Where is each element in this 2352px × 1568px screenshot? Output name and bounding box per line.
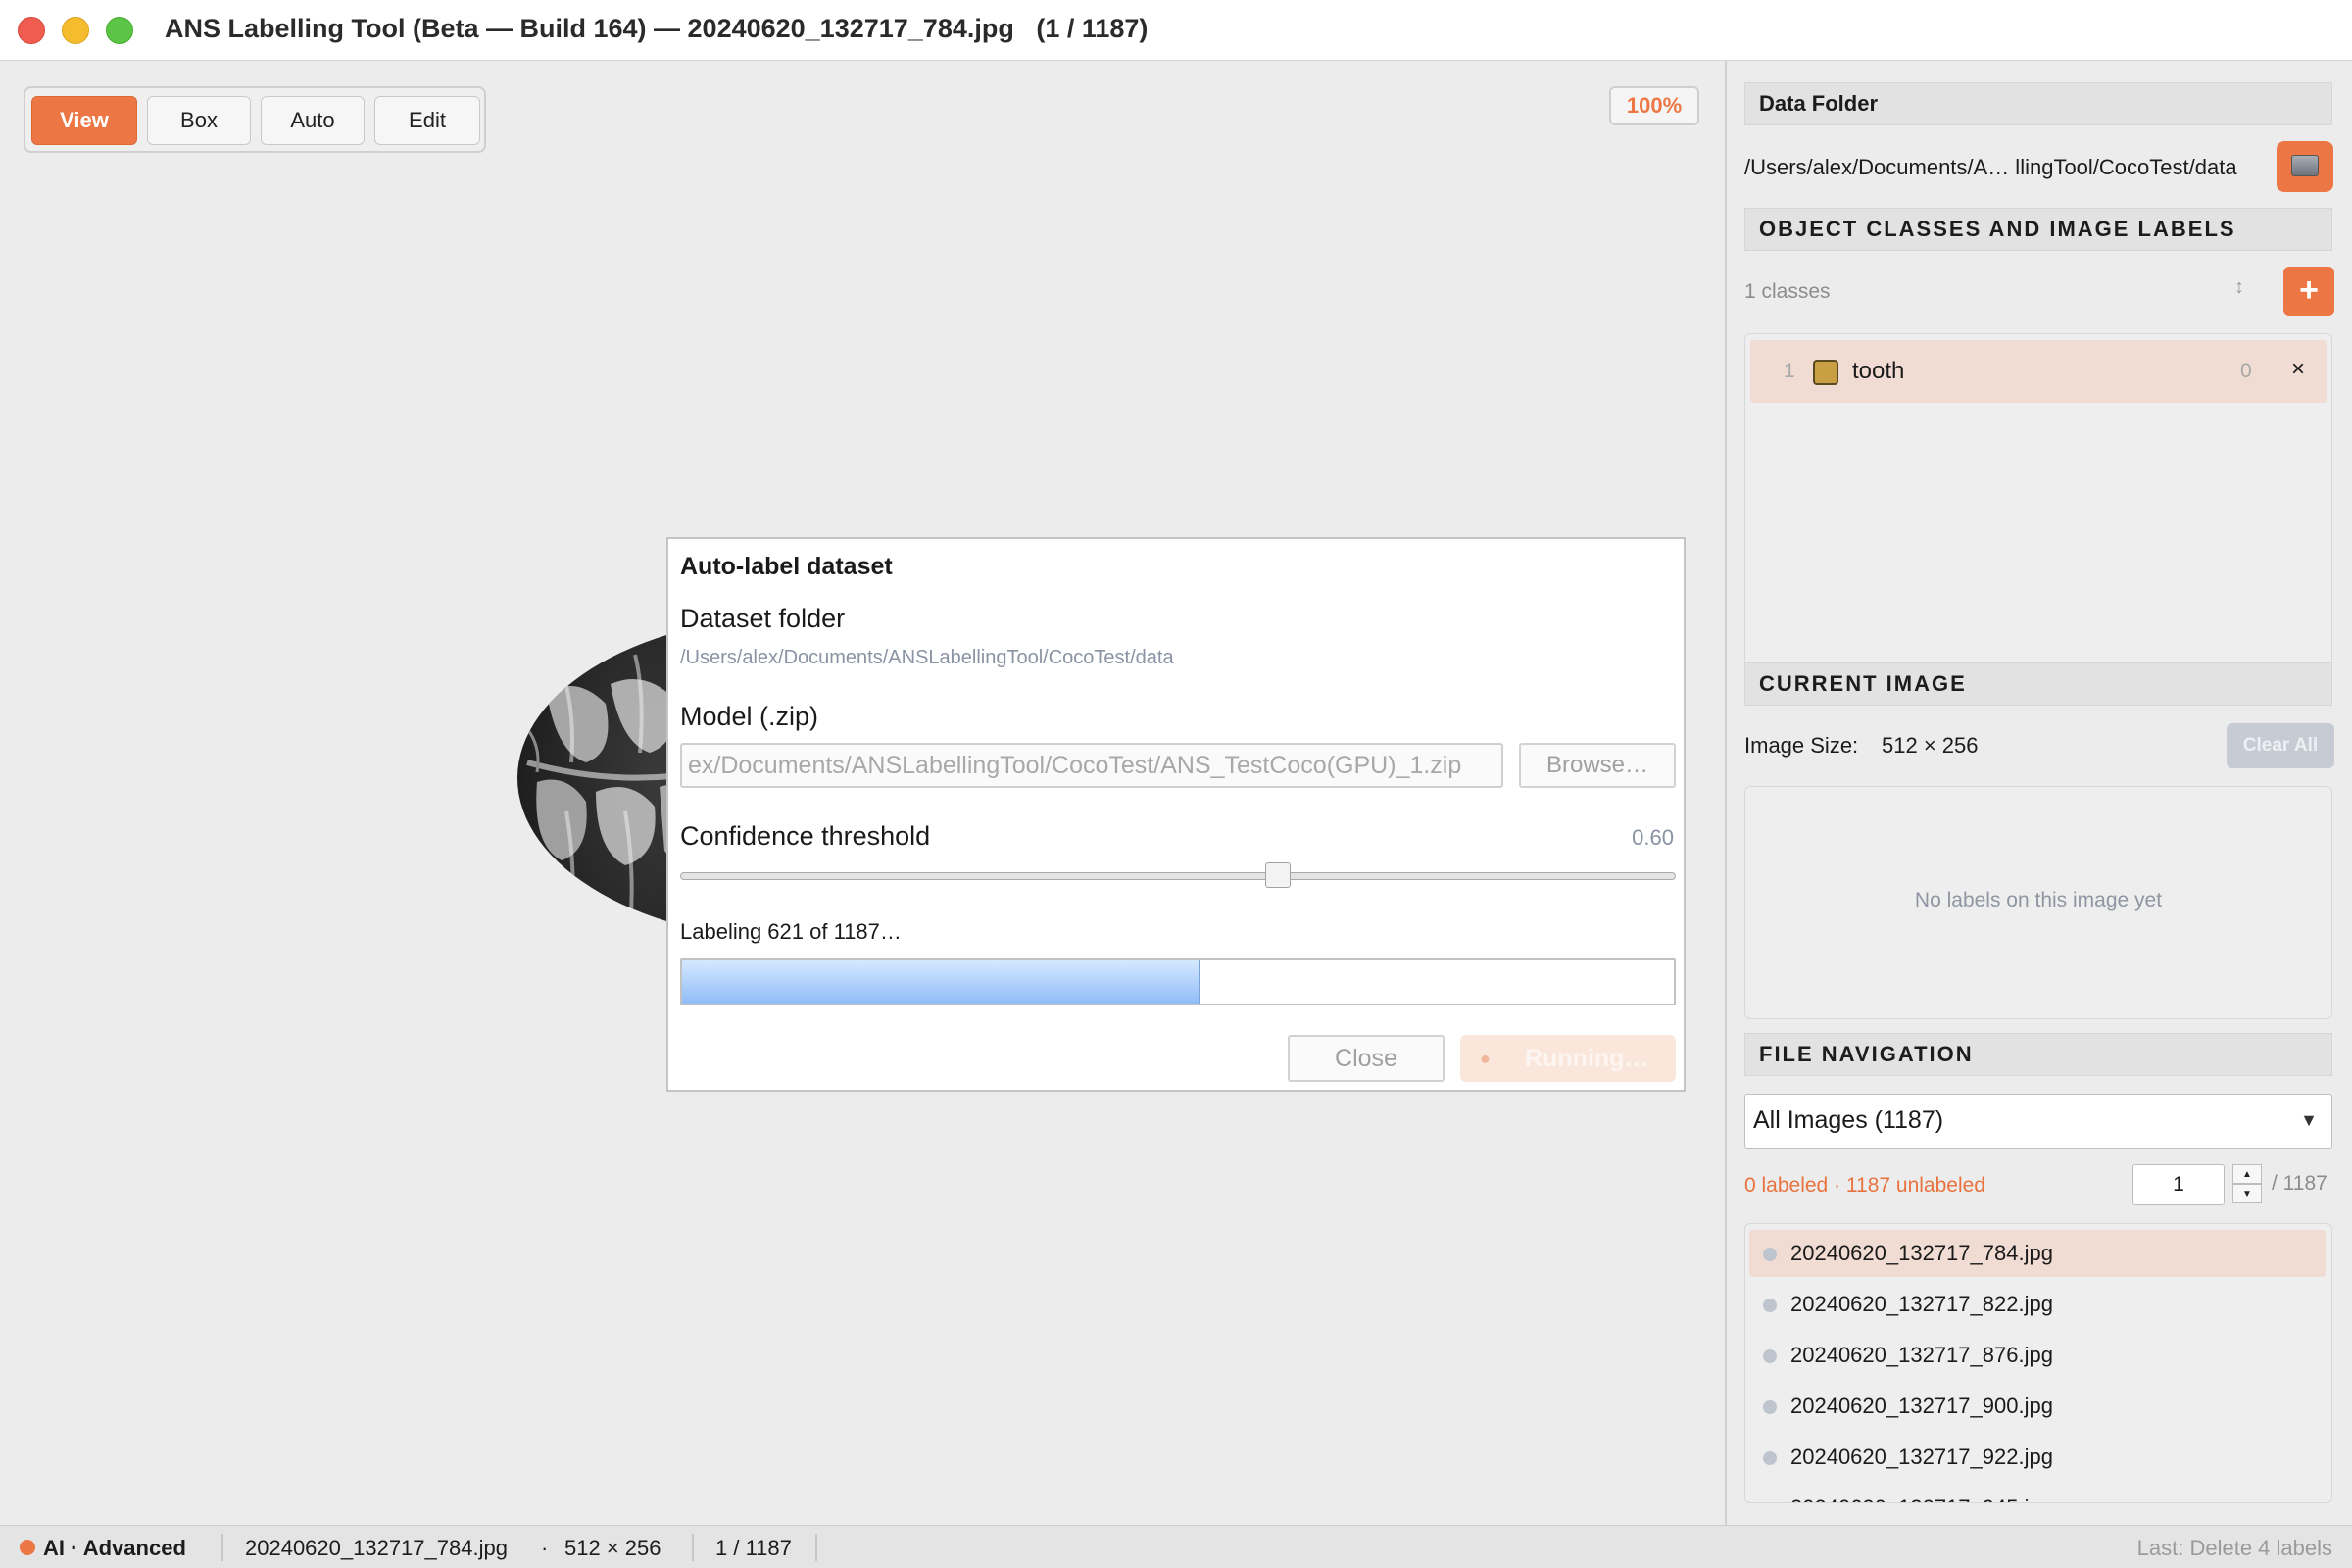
browse-button[interactable]: Browse… — [1519, 743, 1676, 788]
file-name: 20240620_132717_822.jpg — [1790, 1292, 2053, 1316]
status-file-name: 20240620_132717_784.jpg — [245, 1536, 508, 1560]
zoom-indicator[interactable]: 100% — [1609, 86, 1699, 125]
image-size-value: 512 × 256 — [1882, 733, 1979, 758]
sort-icon[interactable]: ↕ — [2234, 276, 2244, 299]
auto-label-dialog: Auto-label dataset Dataset folder /Users… — [666, 537, 1686, 1092]
mode-auto-button[interactable]: Auto — [261, 96, 365, 145]
model-label: Model (.zip) — [680, 702, 819, 731]
ai-status-dot-icon — [20, 1540, 35, 1555]
file-list-item[interactable]: 20240620_132717_822.jpg — [1749, 1281, 2326, 1328]
spinner-icon: ● — [1480, 1049, 1491, 1068]
model-path-input[interactable]: ex/Documents/ANSLabellingTool/CocoTest/A… — [680, 743, 1503, 788]
file-name: 20240620_132717_876.jpg — [1790, 1343, 2053, 1367]
file-name: 20240620_132717_945.jpg — [1790, 1495, 2053, 1502]
class-list: 1 tooth 0 × — [1744, 333, 2332, 706]
file-list: 20240620_132717_784.jpg 20240620_132717_… — [1744, 1223, 2332, 1503]
classes-count: 1 classes — [1744, 280, 1831, 303]
class-name: tooth — [1852, 358, 1905, 384]
mode-toolbar: View Box Auto Edit — [24, 86, 486, 153]
dataset-folder-path: /Users/alex/Documents/ANSLabellingTool/C… — [680, 647, 1174, 668]
data-folder-header: Data Folder — [1744, 82, 2332, 125]
stepper-down-icon[interactable]: ▼ — [2232, 1184, 2262, 1203]
title-bar: ANS Labelling Tool (Beta — Build 164) — … — [0, 0, 2352, 61]
mode-box-button[interactable]: Box — [147, 96, 251, 145]
model-path-value: ex/Documents/ANSLabellingTool/CocoTest/A… — [688, 752, 1462, 779]
image-size-label: Image Size: — [1744, 733, 1859, 758]
file-list-item[interactable]: 20240620_132717_876.jpg — [1749, 1332, 2326, 1379]
file-name: 20240620_132717_784.jpg — [1790, 1241, 2053, 1265]
right-panel: Data Folder /Users/alex/Documents/A… lli… — [1727, 61, 2352, 1525]
minimize-window-button[interactable] — [62, 17, 89, 44]
progress-label: Labeling 621 of 1187… — [680, 919, 902, 944]
file-list-item[interactable]: 20240620_132717_784.jpg — [1749, 1230, 2326, 1277]
progress-bar — [680, 958, 1676, 1005]
status-position: 1 / 1187 — [715, 1536, 792, 1560]
page-number-input[interactable]: 1 — [2132, 1164, 2225, 1205]
label-stats: 0 labeled · 1187 unlabeled — [1744, 1174, 1985, 1197]
status-dot-icon — [1763, 1298, 1777, 1312]
status-divider — [221, 1534, 223, 1561]
class-index: 1 — [1784, 360, 1795, 382]
status-dot-icon — [1763, 1400, 1777, 1414]
last-action: Last: Delete 4 labels — [2136, 1536, 2332, 1560]
zoom-window-button[interactable] — [106, 17, 133, 44]
confidence-slider-thumb[interactable] — [1264, 862, 1291, 888]
confidence-label: Confidence threshold — [680, 821, 931, 851]
data-folder-path: /Users/alex/Documents/A… llingTool/CocoT… — [1744, 155, 2237, 179]
dialog-title: Auto-label dataset — [680, 553, 893, 580]
add-class-button[interactable]: + — [2283, 267, 2334, 316]
status-bar: AI · Advanced 20240620_132717_784.jpg · … — [0, 1525, 2352, 1568]
progress-fill — [682, 960, 1201, 1004]
status-dot-icon — [1763, 1349, 1777, 1363]
ai-mode-label: AI · Advanced — [43, 1536, 186, 1560]
file-name: 20240620_132717_922.jpg — [1790, 1445, 2053, 1469]
class-color-swatch[interactable] — [1813, 360, 1838, 385]
dataset-folder-label: Dataset folder — [680, 604, 846, 633]
clear-all-button[interactable]: Clear All — [2227, 723, 2334, 768]
close-button[interactable]: Close — [1288, 1035, 1445, 1082]
current-image-header: CURRENT IMAGE — [1744, 662, 2332, 706]
page-stepper[interactable]: ▲ ▼ — [2232, 1164, 2262, 1205]
image-filter-value: All Images (1187) — [1753, 1106, 1944, 1134]
status-divider — [815, 1534, 817, 1561]
image-labels-list: No labels on this image yet — [1744, 786, 2332, 1019]
no-labels-message: No labels on this image yet — [1914, 889, 2163, 911]
file-name: 20240620_132717_900.jpg — [1790, 1394, 2053, 1418]
class-count: 0 — [2240, 360, 2252, 382]
close-window-button[interactable] — [18, 17, 45, 44]
status-dims-separator: · — [541, 1536, 549, 1560]
confidence-value: 0.60 — [1632, 825, 1674, 850]
window-title: ANS Labelling Tool (Beta — Build 164) — … — [165, 14, 1149, 43]
status-dot-icon — [1763, 1248, 1777, 1261]
stepper-up-icon[interactable]: ▲ — [2232, 1164, 2262, 1184]
chevron-down-icon: ▼ — [2300, 1110, 2318, 1130]
file-list-item[interactable]: 20240620_132717_900.jpg — [1749, 1383, 2326, 1430]
mode-edit-button[interactable]: Edit — [374, 96, 480, 145]
file-list-item[interactable]: 20240620_132717_922.jpg — [1749, 1434, 2326, 1481]
image-filter-select[interactable]: All Images (1187) ▼ — [1744, 1094, 2332, 1149]
remove-class-icon[interactable]: × — [2291, 356, 2305, 383]
status-divider — [692, 1534, 694, 1561]
open-folder-button[interactable] — [2277, 141, 2333, 192]
running-label: Running… — [1525, 1045, 1649, 1072]
folder-icon — [2291, 155, 2319, 176]
status-dot-icon — [1763, 1451, 1777, 1465]
file-list-item[interactable]: 20240620_132717_945.jpg — [1749, 1485, 2326, 1503]
running-button[interactable]: ● Running… — [1460, 1035, 1676, 1082]
status-image-dims: 512 × 256 — [564, 1536, 662, 1560]
class-row[interactable]: 1 tooth 0 × — [1750, 340, 2327, 403]
file-navigation-header: FILE NAVIGATION — [1744, 1033, 2332, 1076]
page-total: / 1187 — [2272, 1172, 2328, 1195]
confidence-slider-track[interactable] — [680, 872, 1676, 880]
status-dot-icon — [1763, 1502, 1777, 1503]
classes-header: OBJECT CLASSES AND IMAGE LABELS — [1744, 208, 2332, 251]
mode-view-button[interactable]: View — [31, 96, 137, 145]
